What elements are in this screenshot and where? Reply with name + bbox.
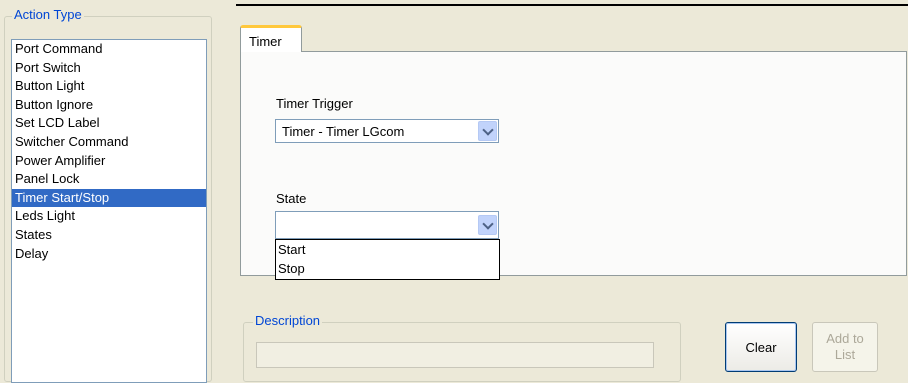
list-item-switcher-command[interactable]: Switcher Command [12, 133, 206, 152]
timer-trigger-value: Timer - Timer LGcom [282, 124, 405, 139]
list-item-timer-start-stop[interactable]: Timer Start/Stop [12, 188, 206, 208]
action-type-listbox[interactable]: Port Command Port Switch Button Light Bu… [11, 39, 207, 383]
list-item-panel-lock[interactable]: Panel Lock [12, 170, 206, 189]
list-item-states[interactable]: States [12, 226, 206, 245]
state-label: State [276, 191, 307, 206]
list-item-set-lcd-label[interactable]: Set LCD Label [12, 114, 206, 133]
list-item-leds-light[interactable]: Leds Light [12, 207, 206, 226]
action-type-group: Action Type Port Command Port Switch But… [4, 7, 212, 383]
action-type-legend: Action Type [12, 7, 84, 22]
state-dropdown-button[interactable] [478, 215, 497, 235]
top-divider-line [236, 4, 908, 6]
tab-timer[interactable]: Timer [240, 25, 302, 52]
list-item-port-command[interactable]: Port Command [12, 40, 206, 59]
add-to-list-label-line2: List [834, 347, 856, 362]
description-group: Description [243, 313, 681, 382]
list-item-port-switch[interactable]: Port Switch [12, 59, 206, 78]
timer-trigger-dropdown-button[interactable] [478, 121, 497, 141]
add-to-list-label-line1: Add to [826, 331, 864, 346]
chevron-down-icon [481, 217, 494, 230]
state-combobox[interactable] [275, 211, 499, 239]
description-legend: Description [253, 313, 323, 328]
add-to-list-button[interactable]: Add to List [812, 322, 878, 372]
chevron-down-icon [481, 123, 494, 136]
clear-button-label: Clear [745, 339, 777, 355]
list-item-button-light[interactable]: Button Light [12, 77, 206, 96]
state-option-stop[interactable]: Stop [276, 259, 499, 278]
clear-button[interactable]: Clear [725, 322, 797, 372]
description-input[interactable] [256, 342, 654, 368]
state-dropdown-list: Start Stop [275, 239, 500, 280]
list-item-button-ignore[interactable]: Button Ignore [12, 96, 206, 115]
timer-trigger-label: Timer Trigger [276, 96, 353, 111]
list-item-power-amplifier[interactable]: Power Amplifier [12, 152, 206, 171]
state-option-start[interactable]: Start [276, 240, 499, 259]
timer-trigger-combobox[interactable]: Timer - Timer LGcom [275, 119, 499, 143]
list-item-delay[interactable]: Delay [12, 245, 206, 264]
